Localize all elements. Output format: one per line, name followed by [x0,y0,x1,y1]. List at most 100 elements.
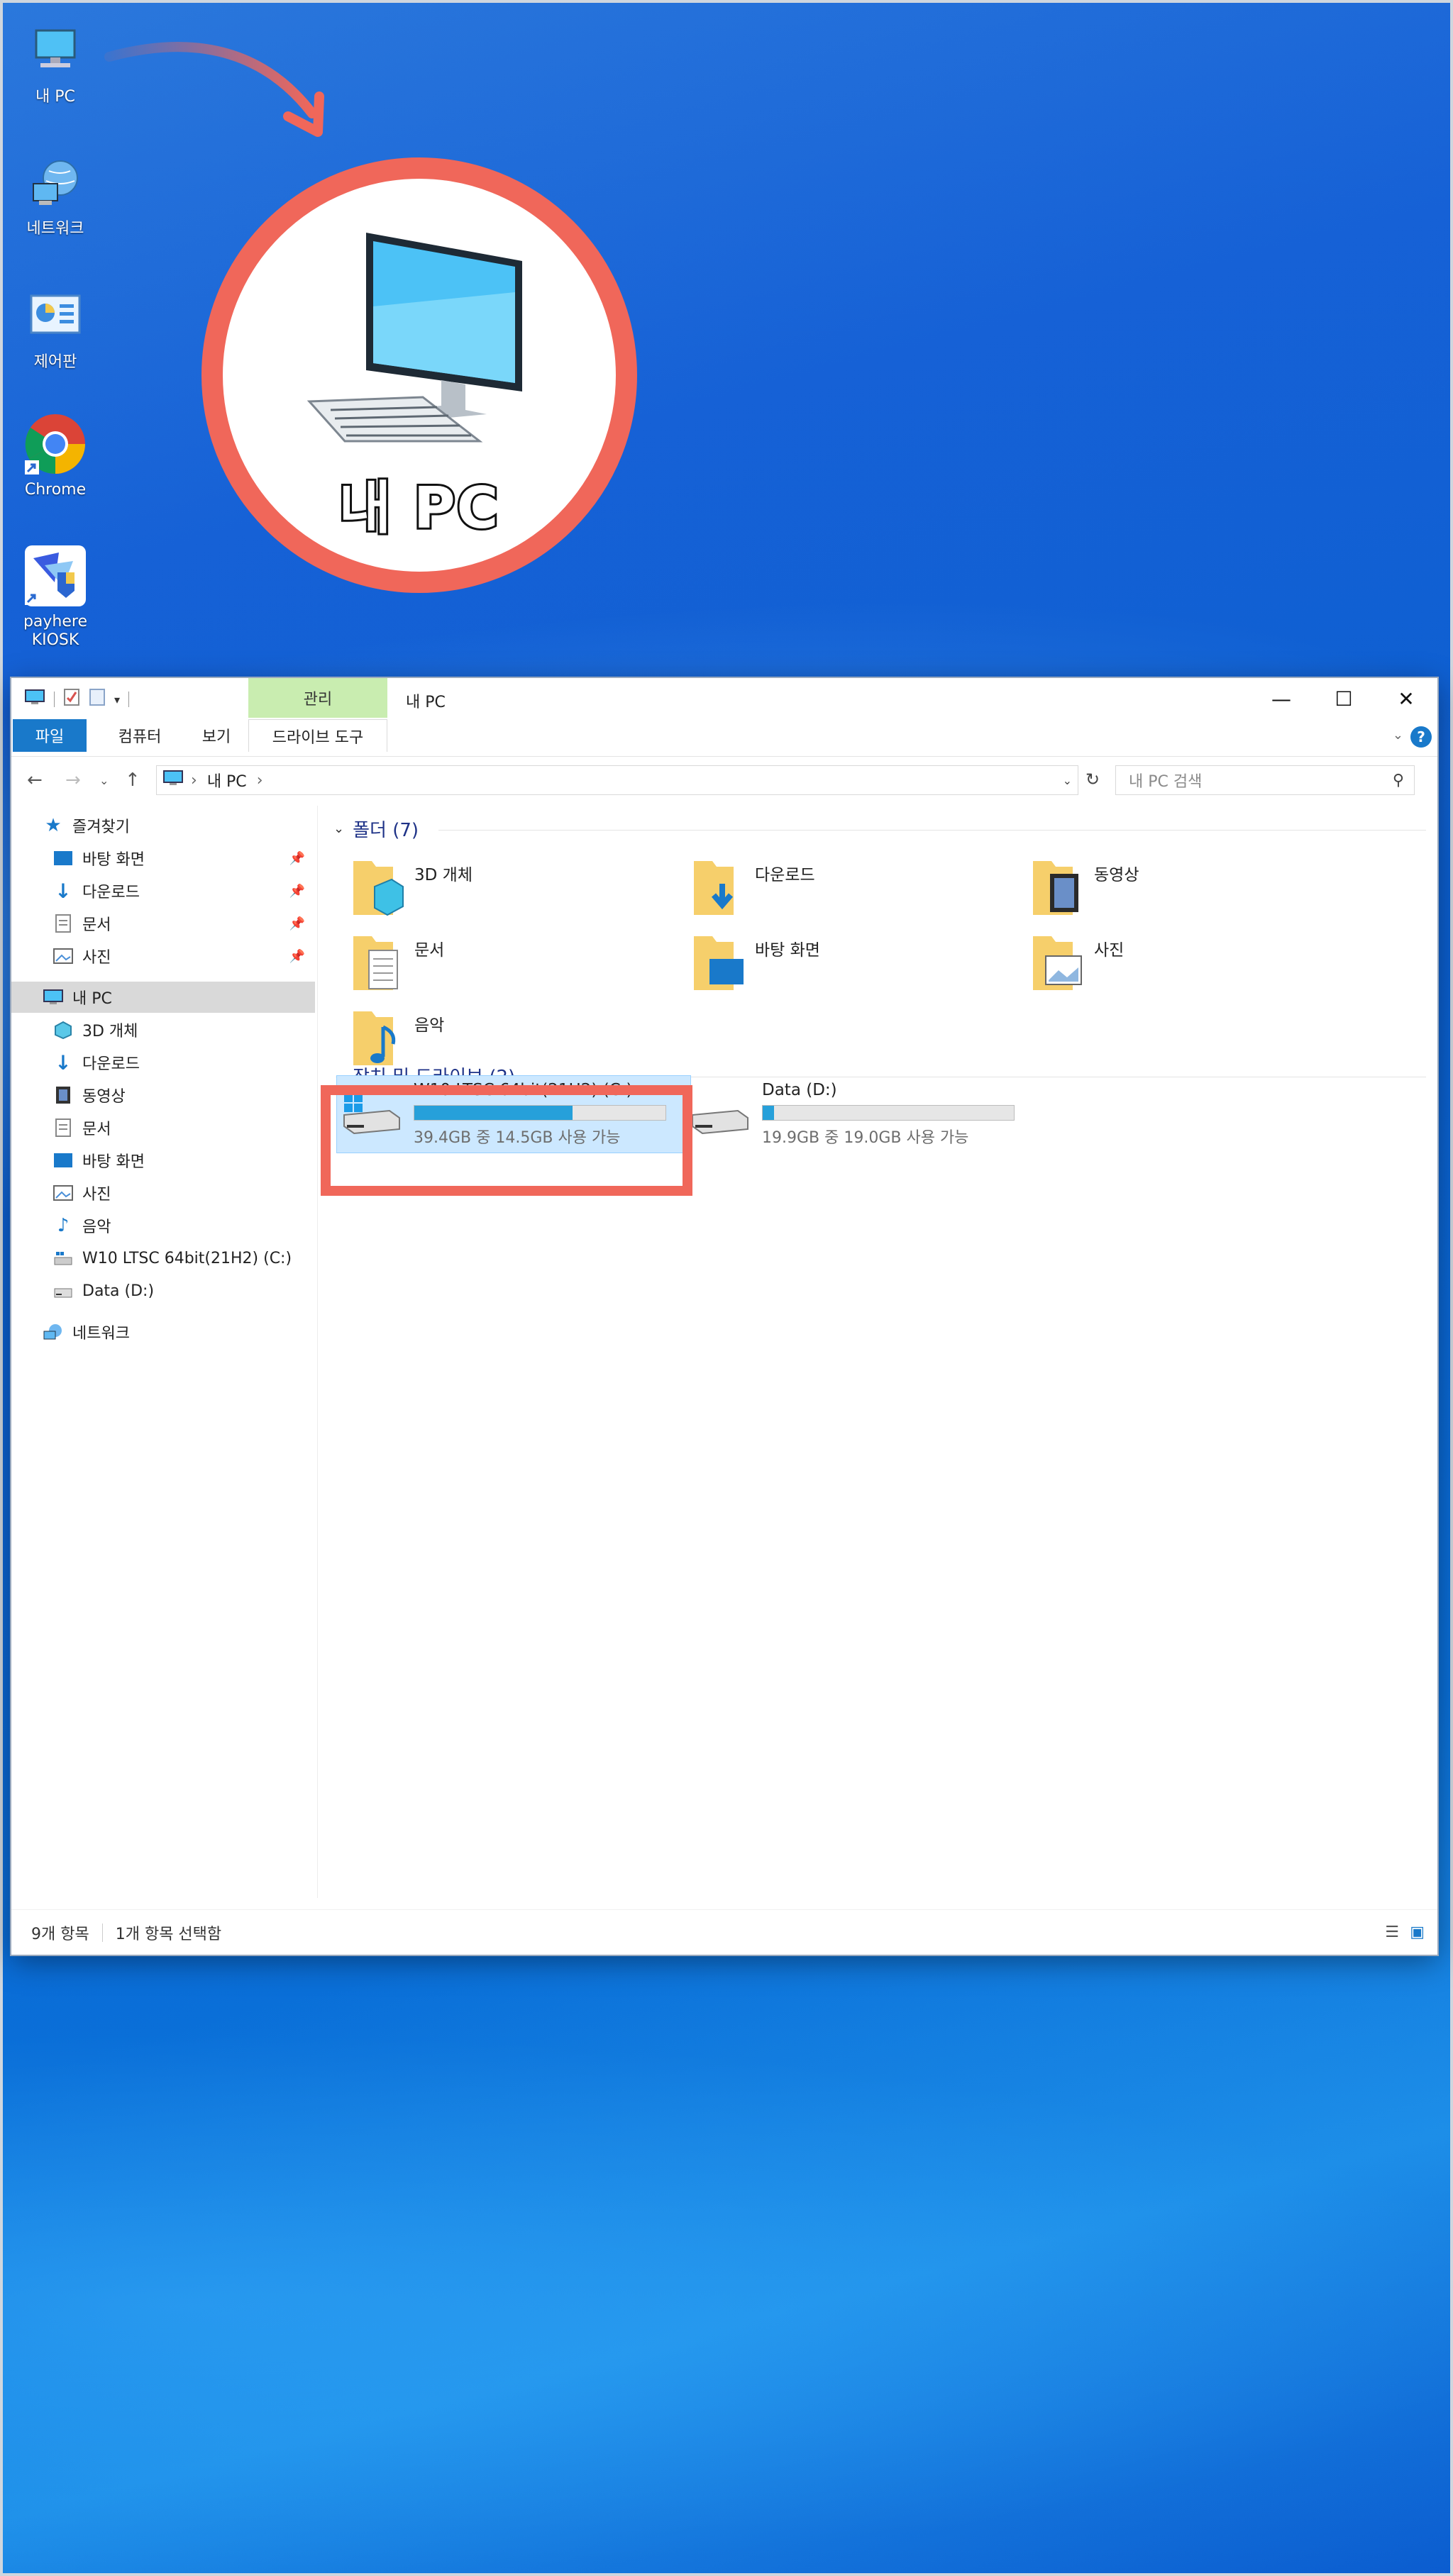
folders-group-header[interactable]: ⌄ 폴더 (7) [333,816,419,842]
music-note-icon: ♪ [57,1215,70,1236]
properties-icon[interactable] [63,688,80,711]
curved-arrow-icon [104,42,324,137]
pictures-icon [53,945,74,967]
pin-icon[interactable]: 📌 [289,884,305,899]
nav-desktop[interactable]: 바탕 화면 [11,1145,315,1176]
folder-label: 음악 [414,1016,445,1035]
forward-arrow-icon[interactable]: → [65,770,81,791]
breadcrumb-this-pc[interactable]: 내 PC [207,769,247,792]
folder-pictures[interactable]: 사진 [1030,931,1357,999]
hard-drive-icon [53,1280,74,1301]
folder-downloads[interactable]: 다운로드 [691,855,1017,923]
nav-label: W10 LTSC 64bit(21H2) (C:) [82,1249,292,1267]
nav-label: 사진 [82,949,111,967]
folder-3d-objects[interactable]: 3D 개체 [350,855,677,923]
pc-icon [43,987,64,1008]
network-globe-icon [21,149,89,217]
payhere-kiosk-icon [21,542,89,610]
desktop-icon-network[interactable]: 네트워크 [14,149,96,238]
nav-this-pc[interactable]: 내 PC [11,982,315,1013]
pin-icon[interactable]: 📌 [289,851,305,866]
folder-videos[interactable]: 동영상 [1030,855,1357,923]
folder-desktop[interactable]: 바탕 화면 [691,931,1017,999]
pictures-icon [53,1182,74,1204]
address-box[interactable]: › 내 PC › ⌄ [156,765,1078,795]
nav-downloads[interactable]: ↓ 다운로드 [11,1047,315,1078]
nav-pictures[interactable]: 사진 [11,1177,315,1209]
folder-label: 바탕 화면 [755,941,820,960]
collapse-chevron-icon[interactable]: ⌄ [333,821,344,836]
nav-3d-objects[interactable]: 3D 개체 [11,1014,315,1045]
selection-count: 1개 항목 선택함 [115,1925,222,1943]
search-input[interactable]: 내 PC 검색 ⚲ [1115,765,1415,795]
tab-computer[interactable]: 컴퓨터 [101,719,179,752]
folder-label: 동영상 [1094,866,1139,884]
nav-documents[interactable]: 문서 [11,1112,315,1143]
back-arrow-icon[interactable]: ← [27,770,43,791]
tab-view[interactable]: 보기 [186,719,247,752]
nav-pinned-documents[interactable]: 문서 📌 [11,908,315,939]
large-icons-view-icon[interactable]: ▣ [1410,1923,1425,1941]
ribbon-tabs: 파일 컴퓨터 보기 드라이브 도구 ⌄ ? [11,719,1437,756]
nav-label: 바탕 화면 [82,851,145,869]
nav-drive-d[interactable]: Data (D:) [11,1275,315,1306]
nav-label: 내 PC [72,990,112,1008]
windows-drive-icon [53,1248,74,1269]
group-divider [438,830,1426,831]
address-dropdown-icon[interactable]: ⌄ [1063,774,1072,787]
nav-pinned-desktop[interactable]: 바탕 화면 📌 [11,843,315,874]
nav-label: 다운로드 [82,1055,140,1073]
desktop-icon-chrome[interactable]: Chrome [14,410,96,499]
pictures-folder-icon [1033,936,1082,990]
nav-drive-c[interactable]: W10 LTSC 64bit(21H2) (C:) [11,1243,315,1274]
download-arrow-icon: ↓ [55,1050,72,1075]
minimize-button[interactable]: — [1250,678,1313,719]
breadcrumb-chevron-icon[interactable]: › [257,772,263,789]
drive-d[interactable]: Data (D:) 19.9GB 중 19.0GB 사용 가능 [685,1075,1026,1153]
nav-network[interactable]: 네트워크 [11,1316,315,1348]
desktop-folder-icon [53,848,74,869]
desktop-icon-label: 네트워크 [26,220,84,238]
item-count: 9개 항목 [31,1925,89,1943]
nav-label: 즐겨찾기 [72,818,130,836]
breadcrumb-chevron-icon[interactable]: › [191,772,197,789]
drive-c-highlight-box [321,1085,692,1196]
nav-pinned-downloads[interactable]: ↓ 다운로드 📌 [11,875,315,906]
customize-qat-icon[interactable]: ▾ [114,693,120,706]
manage-context-tab[interactable]: 관리 [248,678,387,718]
tab-file[interactable]: 파일 [13,719,87,752]
up-arrow-icon[interactable]: ↑ [125,770,140,791]
expand-ribbon-icon[interactable]: ⌄ [1393,728,1403,743]
tab-drive-tools[interactable]: 드라이브 도구 [248,719,387,752]
control-panel-icon [21,282,89,350]
content-pane: ⌄ 폴더 (7) 3D 개체 다운로드 동영상 문서 바탕 화면 사진 음악 W… [319,806,1437,1898]
nav-label: 3D 개체 [82,1023,138,1040]
3d-objects-icon [53,1019,74,1040]
recent-locations-icon[interactable]: ⌄ [99,774,109,787]
computer-monitor-icon [306,233,522,443]
pin-icon[interactable]: 📌 [289,916,305,931]
details-view-icon[interactable]: ☰ [1385,1923,1399,1941]
nav-videos[interactable]: 동영상 [11,1079,315,1111]
new-folder-icon[interactable] [89,688,106,711]
desktop-icon-label: Chrome [24,481,87,499]
help-button[interactable]: ? [1410,726,1432,748]
desktop-icon-payhere-kiosk[interactable]: payhere KIOSK [14,542,96,650]
desktop-icon-control-panel[interactable]: 제어판 [14,282,96,372]
title-bar: ▾ 관리 내 PC — ☐ ✕ [11,678,1437,719]
folder-label: 사진 [1094,941,1125,960]
refresh-icon[interactable]: ↻ [1085,770,1100,789]
nav-label: 다운로드 [82,884,140,901]
nav-pinned-pictures[interactable]: 사진 📌 [11,940,315,972]
pin-icon[interactable]: 📌 [289,949,305,964]
pc-icon[interactable] [24,689,45,710]
maximize-button[interactable]: ☐ [1313,678,1375,719]
desktop-icon-this-pc[interactable]: 내 PC [14,17,96,106]
music-folder-icon [353,1011,396,1065]
close-button[interactable]: ✕ [1375,678,1437,719]
nav-quick-access[interactable]: ★ 즐겨찾기 [11,810,315,841]
computer-icon [21,17,89,85]
nav-music[interactable]: ♪ 음악 [11,1210,315,1241]
folder-documents[interactable]: 문서 [350,931,677,999]
search-placeholder: 내 PC 검색 [1129,773,1203,791]
